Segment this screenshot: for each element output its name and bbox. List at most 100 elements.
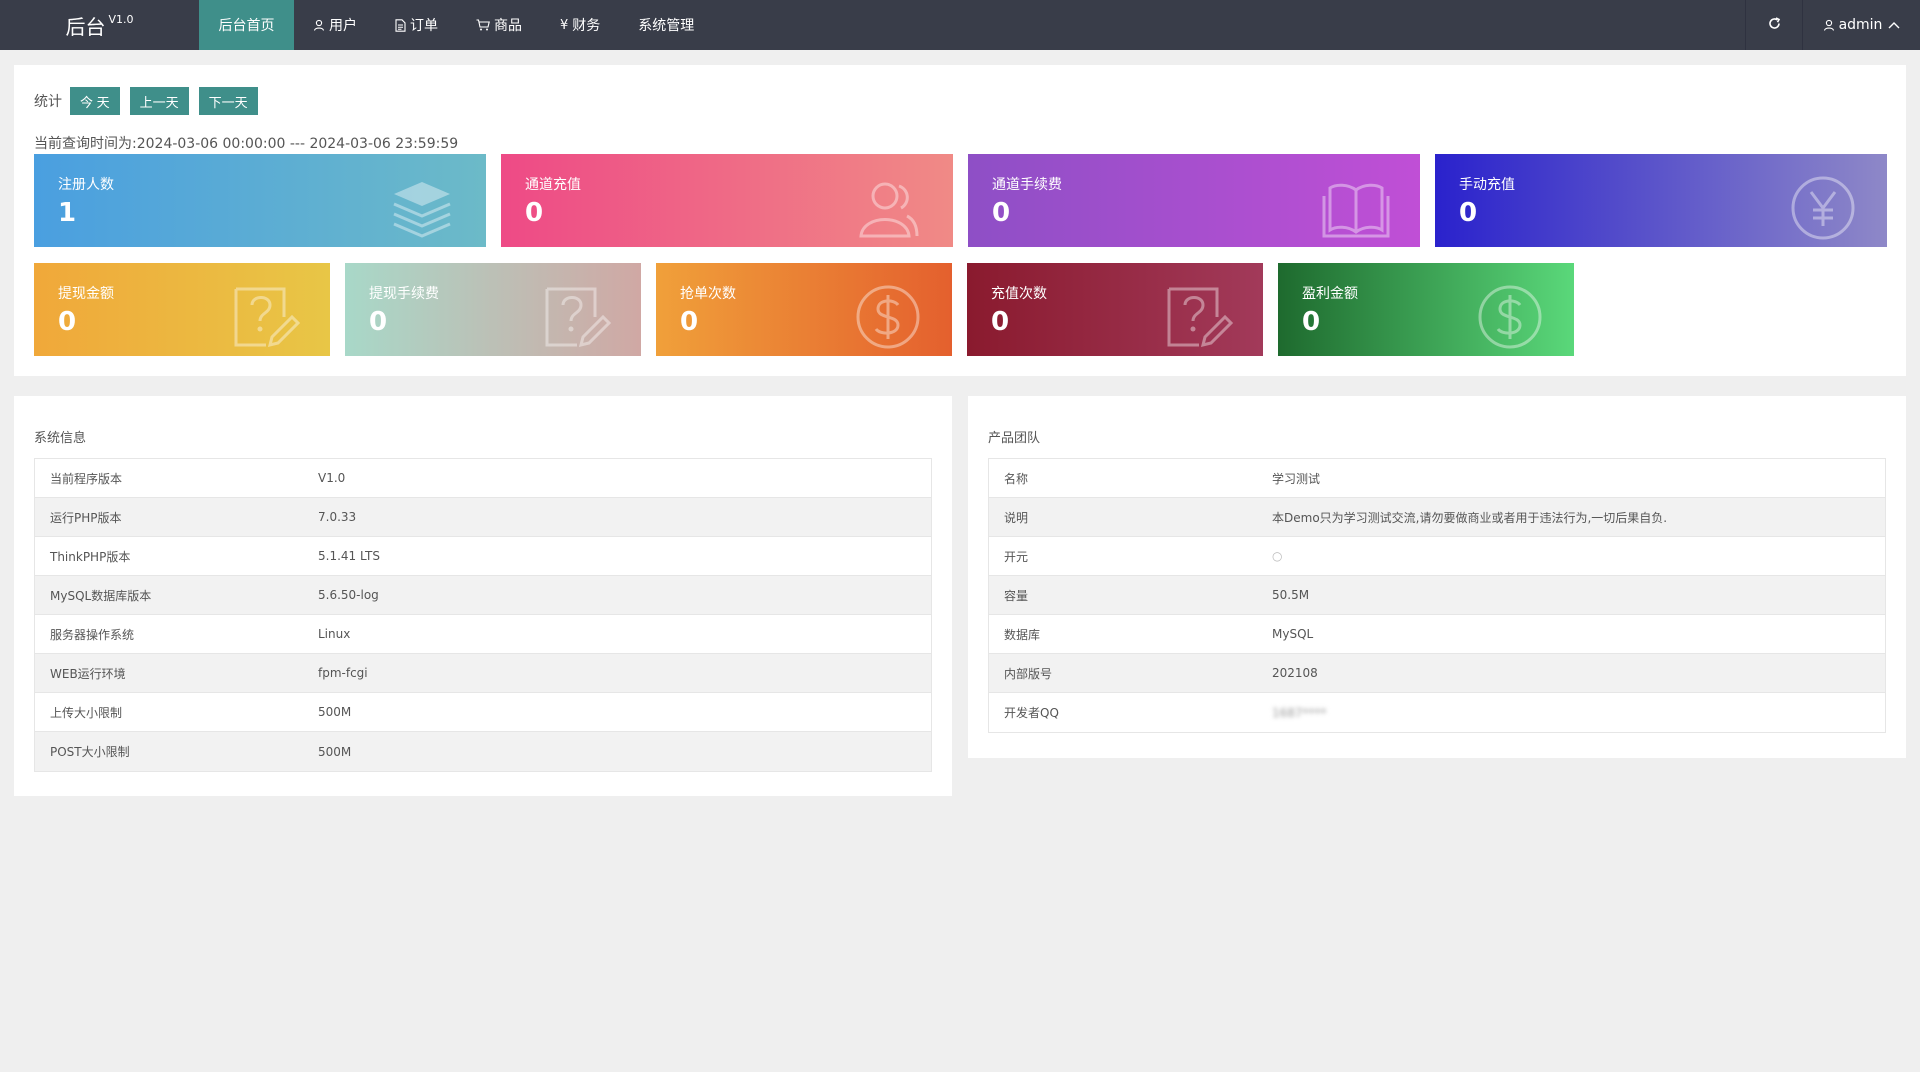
layers-icon — [388, 174, 456, 242]
row-key: WEB运行环境 — [50, 666, 126, 681]
card-channel-recharge: 通道充值 0 — [501, 154, 953, 247]
row-key: 当前程序版本 — [50, 471, 123, 486]
main-nav: 后台首页 用户 订单 商品 ¥ 财务 系统管理 — [199, 0, 713, 50]
table-row: 内部版号 202108 — [989, 654, 1885, 693]
row-value: 500M — [318, 705, 352, 719]
row-value: 202108 — [1272, 666, 1318, 680]
nav-finance[interactable]: ¥ 财务 — [541, 0, 619, 50]
yen-icon: ¥ — [560, 17, 569, 33]
top-navbar: 后台 V1.0 后台首页 用户 订单 商品 ¥ 财务 系统管理 admin — [0, 0, 1920, 50]
row-key: 服务器操作系统 — [50, 627, 135, 642]
row-key: 容量 — [1004, 588, 1029, 603]
card-value: 1 — [58, 198, 77, 228]
card-value: 0 — [1459, 198, 1478, 228]
product-team-panel: 产品团队 名称 学习测试 说明 本Demo只为学习测试交流,请勿要做商业或者用于违法… — [968, 396, 1906, 758]
card-value: 0 — [58, 307, 77, 337]
card-grab-count: 抢单次数 0 — [656, 263, 952, 356]
query-time: 当前查询时间为:2024-03-06 00:00:00 --- 2024-03-… — [34, 136, 459, 152]
row-value: V1.0 — [318, 471, 346, 485]
prev-day-button[interactable]: 上一天 — [129, 87, 189, 115]
row-key: POST大小限制 — [50, 745, 130, 759]
card-withdraw-fee: 提现手续费 0 — [345, 263, 641, 356]
table-row: POST大小限制 500M — [35, 732, 931, 771]
system-info-table: 当前程序版本 V1.0 运行PHP版本 7.0.33 ThinkPHP版本 5.1.4… — [34, 458, 932, 772]
row-key: 名称 — [1004, 471, 1029, 486]
dollar-circle-icon — [1476, 283, 1544, 351]
card-recharge-count: 充值次数 0 — [967, 263, 1263, 356]
next-day-button[interactable]: 下一天 — [198, 87, 258, 115]
row-value: 5.6.50-log — [318, 588, 379, 602]
panel-title: 产品团队 — [988, 431, 1041, 446]
nav-right: admin — [1745, 0, 1920, 50]
dollar-circle-icon — [854, 283, 922, 351]
table-row: WEB运行环境 fpm-fcgi — [35, 654, 931, 693]
nav-orders[interactable]: 订单 — [376, 0, 457, 50]
nav-home-label: 后台首页 — [218, 18, 275, 34]
table-row: 开元 ○ — [989, 537, 1885, 576]
card-title: 抢单次数 — [680, 286, 736, 302]
cart-icon — [476, 19, 490, 31]
table-row: 服务器操作系统 Linux — [35, 615, 931, 654]
user-icon — [313, 19, 325, 31]
question-edit-icon — [543, 283, 612, 351]
product-team-table: 名称 学习测试 说明 本Demo只为学习测试交流,请勿要做商业或者用于违法行为,一切… — [988, 458, 1886, 733]
brand-name: 后台 — [65, 14, 106, 39]
card-title: 盈利金额 — [1302, 286, 1358, 302]
brand-version: V1.0 — [108, 12, 134, 26]
table-row: 名称 学习测试 — [989, 459, 1885, 498]
table-row: 说明 本Demo只为学习测试交流,请勿要做商业或者用于违法行为,一切后果自负. — [989, 498, 1885, 537]
card-title: 提现手续费 — [369, 286, 439, 302]
question-edit-icon — [1165, 283, 1234, 351]
chevron-up-icon — [1888, 21, 1900, 29]
brand-logo[interactable]: 后台 V1.0 — [0, 0, 199, 50]
card-channel-fee: 通道手续费 0 — [968, 154, 1420, 247]
question-edit-icon — [232, 283, 301, 351]
refresh-icon — [1768, 16, 1781, 34]
card-title: 提现金额 — [58, 286, 114, 302]
card-title: 注册人数 — [58, 177, 114, 193]
row-key: ThinkPHP版本 — [50, 549, 131, 564]
row-value: ○ — [1272, 549, 1283, 563]
user-menu[interactable]: admin — [1802, 0, 1920, 50]
table-row: 容量 50.5M — [989, 576, 1885, 615]
row-value: 学习测试 — [1272, 471, 1321, 486]
table-row: 开发者QQ 1687**** — [989, 693, 1885, 732]
card-value: 0 — [680, 307, 699, 337]
row-value: MySQL — [1272, 627, 1314, 641]
row-key: 数据库 — [1004, 627, 1041, 642]
row-key: 运行PHP版本 — [50, 510, 122, 525]
nav-users[interactable]: 用户 — [294, 0, 376, 50]
today-button[interactable]: 今 天 — [70, 87, 120, 115]
card-value: 0 — [1302, 307, 1321, 337]
row-value: 50.5M — [1272, 588, 1310, 602]
card-withdraw-amount: 提现金额 0 — [34, 263, 330, 356]
row-key: 内部版号 — [1004, 666, 1053, 681]
user-icon — [1823, 19, 1835, 31]
row-value: Linux — [318, 627, 351, 641]
stats-panel: 统计 今 天 上一天 下一天 当前查询时间为:2024-03-06 00:00:… — [14, 65, 1906, 376]
developer-qq-value: 1687**** — [1272, 705, 1327, 720]
table-row: 运行PHP版本 7.0.33 — [35, 498, 931, 537]
table-row: ThinkPHP版本 5.1.41 LTS — [35, 537, 931, 576]
card-title: 通道手续费 — [992, 177, 1062, 193]
table-row: 当前程序版本 V1.0 — [35, 459, 931, 498]
nav-home[interactable]: 后台首页 — [199, 0, 294, 50]
refresh-button[interactable] — [1745, 0, 1802, 50]
stats-label: 统计 — [34, 94, 62, 110]
nav-system[interactable]: 系统管理 — [619, 0, 713, 50]
nav-goods-label: 商品 — [494, 18, 522, 34]
card-title: 手动充值 — [1459, 177, 1515, 193]
panel-title: 系统信息 — [34, 431, 87, 446]
row-key: MySQL数据库版本 — [50, 588, 152, 603]
card-value: 0 — [991, 307, 1010, 337]
system-info-panel: 系统信息 当前程序版本 V1.0 运行PHP版本 7.0.33 ThinkPHP版本… — [14, 396, 952, 796]
stats-toolbar: 统计 今 天 上一天 下一天 — [34, 87, 268, 115]
nav-users-label: 用户 — [329, 18, 357, 34]
row-value: 5.1.41 LTS — [318, 549, 380, 563]
nav-goods[interactable]: 商品 — [457, 0, 541, 50]
row-key: 上传大小限制 — [50, 705, 123, 720]
document-icon — [395, 18, 406, 32]
row-value: 500M — [318, 744, 352, 759]
row-key: 开发者QQ — [1004, 706, 1059, 720]
table-row: 数据库 MySQL — [989, 615, 1885, 654]
